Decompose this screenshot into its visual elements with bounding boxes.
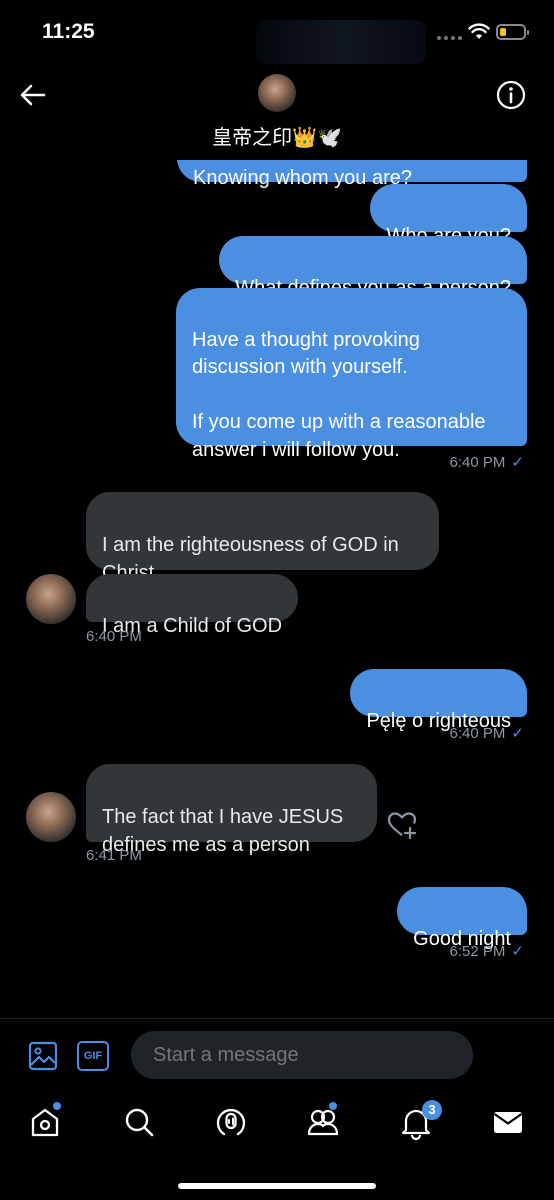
message-composer: GIF	[0, 1018, 554, 1093]
notifications-badge: 3	[422, 1100, 442, 1120]
message-input[interactable]	[131, 1031, 473, 1079]
search-icon[interactable]	[121, 1104, 157, 1140]
message-timestamp: 6:40 PM ✓	[449, 725, 524, 742]
incoming-message[interactable]: I am the righteousness of GOD in Christ	[86, 492, 439, 584]
message-timestamp: 6:40 PM ✓	[449, 454, 524, 471]
message-timestamp: 6:40 PM	[86, 628, 142, 645]
message-text: Have a thought provoking discussion with…	[192, 328, 486, 461]
message-timestamp: 6:41 PM	[86, 847, 142, 864]
communities-notification-dot	[329, 1102, 337, 1110]
sent-check-icon: ✓	[511, 725, 524, 742]
conversation-header: 皇帝之印👑🕊️	[0, 66, 554, 160]
message-timestamp: 6:52 PM ✓	[449, 943, 524, 960]
message-text: Knowing whom you are?	[193, 167, 413, 189]
outgoing-message[interactable]: Who are you?	[370, 184, 527, 247]
contact-avatar[interactable]	[26, 574, 76, 624]
incoming-message[interactable]: The fact that I have JESUS defines me as…	[86, 764, 377, 856]
outgoing-message[interactable]: Have a thought provoking discussion with…	[176, 288, 527, 461]
communities-icon[interactable]	[305, 1104, 341, 1140]
spaces-icon[interactable]	[213, 1104, 249, 1140]
info-icon[interactable]	[495, 79, 527, 111]
home-indicator[interactable]	[178, 1183, 376, 1189]
contact-avatar[interactable]	[26, 792, 76, 842]
media-icon[interactable]	[28, 1041, 58, 1071]
gif-icon[interactable]: GIF	[77, 1041, 109, 1071]
incoming-message[interactable]: I am a Child of GOD	[86, 574, 299, 637]
contact-name[interactable]: 皇帝之印👑🕊️	[0, 121, 554, 150]
contact-avatar[interactable]	[258, 74, 296, 112]
home-notification-dot	[53, 1102, 61, 1110]
outgoing-message[interactable]: What defines you as a person?	[219, 236, 527, 299]
sent-check-icon: ✓	[511, 454, 524, 471]
sent-check-icon: ✓	[511, 943, 524, 960]
voice-icon[interactable]	[495, 1039, 525, 1071]
outgoing-message[interactable]: Good night	[397, 887, 527, 950]
back-arrow-icon[interactable]	[18, 80, 48, 110]
heart-plus-icon[interactable]	[386, 808, 420, 842]
outgoing-message[interactable]: Pęlę o righteous	[350, 669, 527, 732]
mail-icon[interactable]	[490, 1104, 526, 1140]
